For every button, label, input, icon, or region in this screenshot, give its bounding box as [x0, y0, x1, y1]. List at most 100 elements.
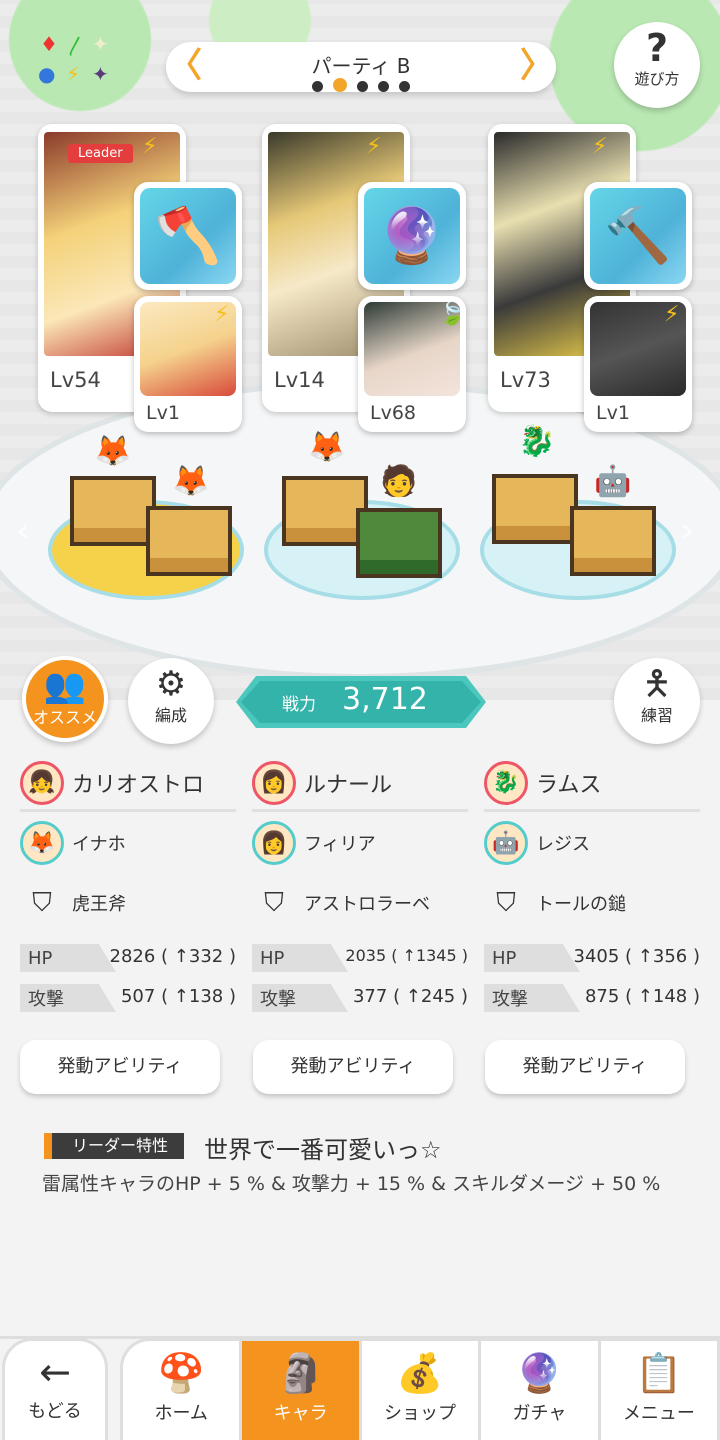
ability-button-1[interactable]: 発動アビリティ — [20, 1040, 220, 1094]
weapon-row[interactable]: ⛉ アストロラーベ — [252, 874, 468, 932]
hp-stat: HP 2826 ( ↑332 ) — [20, 944, 236, 972]
shop-bag-icon: 💰 — [396, 1351, 444, 1395]
thunder-element-icon: ⚡ — [214, 302, 230, 327]
avatar: 👧 — [20, 760, 64, 805]
sub-character-row[interactable]: 🤖 レジス — [484, 812, 700, 874]
attack-stat: 攻撃 377 ( ↑245 ) — [252, 984, 468, 1012]
attack-label: 攻撃 — [260, 989, 296, 1010]
element-cycle-icon[interactable]: ♦ 〳 ✦ ● ⚡ ✦ — [36, 34, 126, 94]
main-character-row[interactable]: 🐉 ラムス — [484, 756, 700, 812]
main-character-row[interactable]: 👩 ルナール — [252, 756, 468, 812]
tab-label: キャラ — [273, 1403, 328, 1424]
party-dot[interactable] — [399, 81, 410, 92]
party-dot[interactable] — [378, 81, 389, 92]
power-label: 戦力 — [282, 695, 316, 715]
weapon-name: トールの鎚 — [536, 894, 626, 915]
weapon-card[interactable]: 🔨 — [584, 182, 692, 290]
sub-character-name: レジス — [536, 834, 590, 855]
thunder-element-icon: ⚡ — [592, 134, 608, 159]
how-to-play-button[interactable]: ? 遊び方 — [614, 22, 700, 108]
tab-label: ホーム — [154, 1403, 208, 1424]
nav-tabs: 🍄 ホーム 🗿 キャラ 💰 ショップ 🔮 ガチャ 📋 メニュー — [120, 1338, 720, 1440]
tab-home[interactable]: 🍄 ホーム — [123, 1341, 243, 1440]
thunder-element-icon: ⚡ — [142, 134, 158, 159]
practice-button[interactable]: 🯅 練習 — [614, 658, 700, 744]
hp-stat: HP 2035 ( ↑1345 ) — [252, 944, 468, 972]
tab-character[interactable]: 🗿 キャラ — [242, 1341, 362, 1440]
leader-badge: Leader — [68, 144, 133, 163]
question-icon: ? — [645, 26, 669, 70]
sub-character-name: イナホ — [72, 834, 126, 855]
weapon-row[interactable]: ⛉ トールの鎚 — [484, 874, 700, 932]
chibi-sprite: 🦊 — [94, 434, 132, 469]
attack-value: 377 ( ↑245 ) — [352, 986, 468, 1007]
leaf-element-icon: 🍃 — [438, 302, 466, 327]
chibi-sprite: 🐉 — [518, 424, 556, 459]
weapon-card[interactable]: 🪓 — [134, 182, 242, 290]
main-character-row[interactable]: 👧 カリオストロ — [20, 756, 236, 812]
column-2: 👩 ルナール 👩 フィリア ⛉ アストロラーベ HP 2035 ( ↑1345 ) 攻撃… — [252, 756, 468, 1012]
weapon-row[interactable]: ⛉ 虎王斧 — [20, 874, 236, 932]
main-level: Lv14 — [274, 368, 325, 392]
party-dot-active[interactable] — [333, 78, 347, 92]
party-scene: ♦ 〳 ✦ ● ⚡ ✦ 〈 パーティ B 〉 ? 遊び方 Lv54 Leader… — [0, 0, 720, 700]
formation-label: 編成 — [154, 706, 187, 725]
axe-weapon-icon: 🪓 — [140, 188, 236, 284]
team-pad-3[interactable]: 🐉 🤖 — [472, 420, 682, 600]
weapon-name: 虎王斧 — [72, 894, 126, 915]
hp-label: HP — [28, 947, 53, 969]
attack-label: 攻撃 — [492, 989, 528, 1010]
tab-label: メニュー — [622, 1403, 695, 1424]
attack-value: 875 ( ↑148 ) — [584, 986, 700, 1007]
hp-label: HP — [260, 947, 285, 969]
leader-skill-title: 世界で一番可愛いっ☆ — [204, 1136, 442, 1164]
main-level: Lv54 — [50, 368, 101, 392]
ability-button-3[interactable]: 発動アビリティ — [485, 1040, 685, 1094]
astrolabe-weapon-icon: 🔮 — [364, 188, 460, 284]
back-arrow-icon: ← — [39, 1350, 71, 1394]
main-level: Lv73 — [500, 368, 551, 392]
tab-label: ガチャ — [512, 1403, 567, 1424]
main-character-name: ルナール — [304, 772, 393, 798]
thunder-element-icon: ⚡ — [366, 134, 382, 159]
party-dot[interactable] — [357, 81, 368, 92]
column-1: 👧 カリオストロ 🦊 イナホ ⛉ 虎王斧 HP 2826 ( ↑332 ) 攻撃 507 … — [20, 756, 236, 1012]
hp-label: HP — [492, 947, 517, 969]
scroll-right-icon[interactable]: › — [680, 510, 694, 551]
character-icon: 🗿 — [276, 1351, 325, 1395]
scroll-left-icon[interactable]: ‹ — [16, 510, 30, 551]
back-button[interactable]: ← もどる — [2, 1338, 108, 1440]
hp-value: 2035 ( ↑1345 ) — [345, 946, 468, 965]
sub-character-row[interactable]: 🦊 イナホ — [20, 812, 236, 874]
avatar: 👩 — [252, 760, 296, 805]
party-page-dots — [166, 78, 556, 92]
thunder-element-icon: ⚡ — [664, 302, 680, 327]
chibi-sprite: 🦊 — [172, 464, 210, 499]
sub-character-row[interactable]: 👩 フィリア — [252, 812, 468, 874]
recommend-button[interactable]: 👥 オススメ — [22, 656, 108, 742]
leader-skill-tag: リーダー特性 — [44, 1133, 185, 1159]
tab-shop[interactable]: 💰 ショップ — [362, 1341, 482, 1440]
formation-button[interactable]: ⚙ 編成 — [128, 658, 214, 744]
tab-gacha[interactable]: 🔮 ガチャ — [481, 1341, 601, 1440]
home-icon: 🍄 — [157, 1351, 205, 1395]
team-slot-1: Lv54 Leader ⚡ 🪓 Lv1 ⚡ — [38, 124, 266, 432]
gacha-orb-icon: 🔮 — [515, 1351, 564, 1395]
main-character-name: カリオストロ — [72, 772, 205, 798]
recommend-label: オススメ — [32, 708, 97, 727]
party-name: パーティ B — [311, 54, 411, 78]
team-pad-2[interactable]: 🦊 🧑 — [256, 420, 466, 600]
tab-label: ショップ — [384, 1403, 457, 1424]
tab-menu[interactable]: 📋 メニュー — [601, 1341, 717, 1440]
attack-stat: 攻撃 507 ( ↑138 ) — [20, 984, 236, 1012]
chibi-sprite: 🧑 — [380, 464, 418, 499]
team-pad-1[interactable]: 🦊 🦊 — [40, 420, 250, 600]
hp-stat: HP 3405 ( ↑356 ) — [484, 944, 700, 972]
avatar: 🐉 — [484, 760, 528, 805]
ability-button-2[interactable]: 発動アビリティ — [253, 1040, 453, 1094]
weapon-card[interactable]: 🔮 — [358, 182, 466, 290]
chibi-sprite: 🦊 — [308, 430, 346, 465]
team-slot-3: Lv73 ⚡ 🔨 Lv1 ⚡ — [488, 124, 716, 432]
party-dot[interactable] — [312, 81, 323, 92]
back-label: もどる — [28, 1401, 82, 1422]
